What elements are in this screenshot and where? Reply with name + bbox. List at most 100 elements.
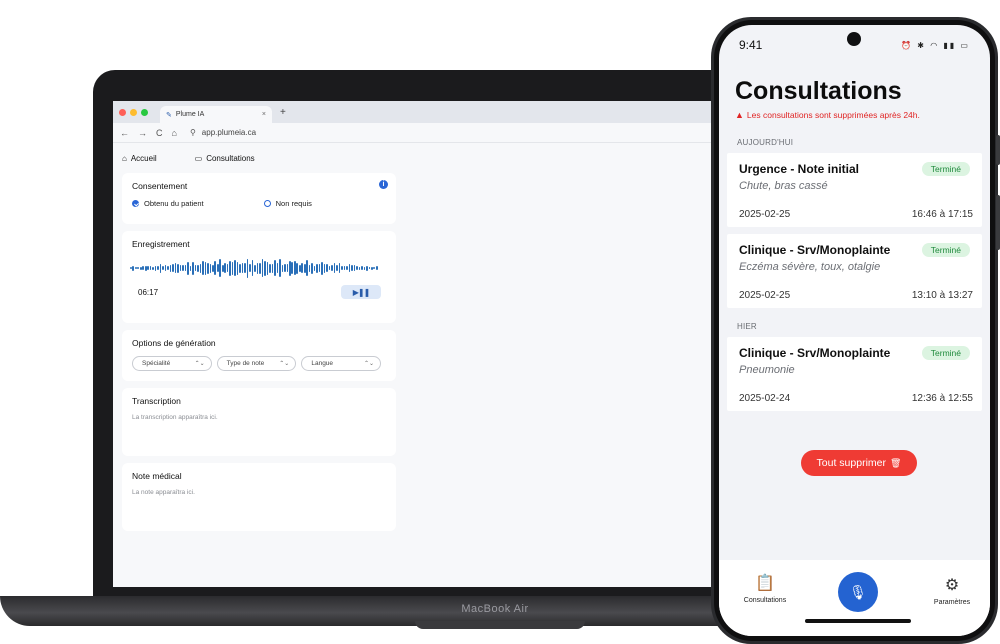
forward-arrow-icon[interactable]: →: [138, 128, 147, 138]
waveform-bar: [373, 267, 376, 269]
waveform-bar: [351, 265, 353, 271]
waveform-bar: [149, 266, 152, 270]
warning-icon: ▲: [735, 110, 744, 120]
waveform-bar: [172, 264, 174, 272]
home-browser-icon[interactable]: ⌂: [172, 128, 177, 138]
radio-label: Obtenu du patient: [144, 199, 204, 208]
waveform-bar: [333, 263, 336, 273]
phone-screen: 9:41 ⏰ ✱ ◠ ▮▮ ▭ Consultations ▲ Les cons…: [719, 25, 990, 636]
waveform-bar: [177, 263, 179, 273]
consultation-item[interactable]: Clinique - Srv/Monoplainte Terminé Pneum…: [727, 337, 982, 411]
browser-tab-title: Plume IA: [175, 111, 205, 118]
laptop-notch: [415, 621, 585, 629]
system-status-icons: ⏰ ✱ ◠ ▮▮ ▭: [901, 40, 970, 50]
waveform-bar: [318, 264, 321, 272]
play-pause-button[interactable]: ▶❚❚: [341, 285, 381, 299]
nav-item-label: Accueil: [130, 153, 157, 163]
app-nav: ⌂ Accueil ▭ Consultations: [122, 143, 724, 173]
consultation-title: Clinique - Srv/Monoplainte: [739, 243, 891, 257]
maximize-window-dot[interactable]: [141, 108, 148, 116]
browser-tab[interactable]: ✎ Plume IA ×: [160, 106, 272, 123]
waveform-bar: [301, 263, 304, 273]
consultation-subtitle: Pneumonie: [739, 364, 795, 376]
audio-waveform[interactable]: [130, 257, 388, 279]
waveform-bar: [353, 265, 356, 271]
waveform-bar: [189, 265, 192, 271]
waveform-bar: [179, 265, 182, 271]
consultation-time: 13:10 à 13:27: [911, 290, 973, 301]
waveform-bar: [323, 263, 326, 273]
front-camera: [847, 32, 861, 46]
langue-select[interactable]: Langue ⌃⌄: [301, 356, 382, 371]
waveform-bar: [361, 266, 363, 270]
consultation-subtitle: Eczéma sévère, toux, otalgie: [739, 261, 881, 273]
waveform-bar: [286, 264, 289, 272]
waveform-bar: [142, 266, 145, 270]
tab-consultations[interactable]: 📋 Consultations: [737, 573, 793, 604]
waveform-bar: [269, 263, 271, 273]
record-mic-button[interactable]: 🎙: [838, 572, 878, 612]
mockup-stage: MacBook Air ✎ Plume IA × + ← → C ⌂ ⚲ app…: [0, 0, 1000, 644]
consent-option-obtenu[interactable]: Obtenu du patient: [132, 199, 204, 208]
waveform-bar: [234, 260, 236, 276]
site-settings-icon[interactable]: ⚲: [190, 128, 196, 137]
info-icon[interactable]: i: [379, 180, 388, 189]
waveform-bar: [147, 266, 149, 270]
waveform-bar: [157, 266, 159, 270]
consultation-date: 2025-02-25: [739, 290, 791, 301]
back-arrow-icon[interactable]: ←: [120, 128, 129, 138]
note-card: Note médical La note apparaîtra ici.: [122, 463, 396, 531]
waveform-bar: [209, 263, 212, 273]
waveform-bar: [254, 264, 256, 272]
url-field[interactable]: ⚲ app.plumeia.ca: [190, 128, 256, 137]
new-tab-button[interactable]: +: [280, 107, 286, 118]
consent-card: Consentement i Obtenu du patient Non req…: [122, 173, 396, 224]
consent-radio-group: Obtenu du patient Non requis: [132, 199, 386, 208]
generation-selects: Spécialité ⌃⌄ Type de note ⌃⌄ Langue ⌃⌄: [132, 356, 386, 371]
waveform-bar: [211, 264, 214, 272]
consultation-item[interactable]: Clinique - Srv/Monoplainte Terminé Eczém…: [727, 234, 982, 308]
close-window-dot[interactable]: [119, 108, 126, 116]
waveform-bar: [366, 265, 368, 271]
consultation-date: 2025-02-24: [739, 393, 791, 404]
minimize-window-dot[interactable]: [130, 108, 137, 116]
waveform-bar: [311, 262, 313, 274]
select-value: Langue: [311, 360, 334, 367]
waveform-bar: [306, 260, 308, 276]
home-indicator: [805, 619, 911, 623]
waveform-bar: [368, 267, 371, 269]
consultation-title: Urgence - Note initial: [739, 162, 860, 176]
waveform-bar: [184, 265, 187, 271]
waveform-bar: [192, 261, 194, 275]
reload-icon[interactable]: C: [156, 128, 163, 138]
waveform-bar: [187, 261, 189, 275]
waveform-bar: [289, 260, 291, 276]
consultation-item[interactable]: Urgence - Note initial Terminé Chute, br…: [727, 153, 982, 227]
specialite-select[interactable]: Spécialité ⌃⌄: [132, 356, 212, 371]
tab-close-icon[interactable]: ×: [262, 111, 266, 118]
plume-favicon-icon: ✎: [166, 111, 172, 119]
phone-side-button: [996, 195, 1000, 250]
home-icon: ⌂: [122, 153, 127, 163]
waveform-bar: [167, 266, 169, 270]
tab-parametres[interactable]: ⚙ Paramètres: [927, 575, 977, 606]
type-de-note-select[interactable]: Type de note ⌃⌄: [216, 356, 297, 371]
waveform-bar: [239, 263, 241, 273]
waveform-bar: [202, 261, 204, 275]
delete-all-button[interactable]: Tout supprimer 🗑: [801, 450, 917, 476]
browser-address-bar: ← → C ⌂ ⚲ app.plumeia.ca: [113, 123, 733, 143]
waveform-bar: [328, 266, 331, 270]
nav-item-accueil[interactable]: ⌂ Accueil: [122, 154, 157, 163]
consent-option-non-requis[interactable]: Non requis: [263, 199, 312, 208]
waveform-bar: [216, 264, 219, 272]
status-badge: Terminé: [921, 346, 970, 360]
nav-item-consultations[interactable]: ▭ Consultations: [195, 154, 255, 163]
waveform-bar: [303, 263, 306, 273]
waveform-bar: [298, 264, 301, 272]
note-output[interactable]: La note apparaîtra ici.: [132, 489, 386, 496]
microphone-icon: 🎙: [849, 583, 867, 600]
waveform-bar: [229, 260, 231, 276]
phone-side-button: [996, 135, 1000, 165]
consultation-time: 12:36 à 12:55: [911, 393, 973, 404]
transcription-output[interactable]: La transcription apparaîtra ici.: [132, 414, 386, 421]
